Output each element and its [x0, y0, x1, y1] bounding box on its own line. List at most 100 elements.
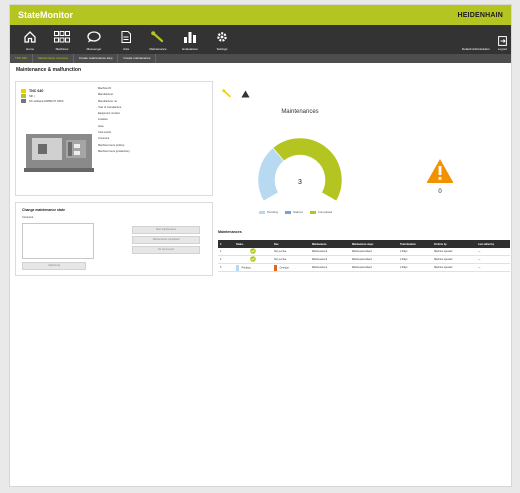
col-number[interactable]: #	[218, 240, 234, 248]
nav-home[interactable]: Home	[14, 31, 46, 54]
cell-number: 2	[218, 255, 234, 264]
cell-maintenance: Maintenance3	[310, 255, 350, 264]
tab-machine[interactable]: TNC 640	[10, 54, 34, 63]
wrench-icon	[142, 31, 174, 45]
status-swatch-1	[21, 89, 26, 93]
cell-duration: 2 Days	[398, 248, 432, 256]
warning-count: 0	[438, 189, 442, 195]
col-total-duration[interactable]: Total duration	[398, 240, 432, 248]
page-title: Maintenance & malfunction	[16, 67, 82, 73]
nav-machines[interactable]: Machines	[46, 31, 78, 54]
legend-swatch-completed	[309, 210, 316, 214]
warning-icon	[241, 85, 250, 103]
bar-chart-icon	[174, 31, 206, 45]
due-text: Overdue	[279, 266, 289, 270]
sub-tabs: TNC 640 Maintenance overview Create main…	[10, 54, 511, 63]
change-state-title: Change maintenance state	[22, 208, 65, 212]
warning-indicator: 0	[423, 158, 457, 198]
user-name: Default Administrator	[461, 47, 490, 51]
legend-swatch-started	[285, 210, 292, 214]
table-row[interactable]: 1 Not yet due Maintenance2 MaintenanceSt…	[218, 248, 510, 256]
maintenances-table: # Status Due Maintenance Maintenance ste…	[218, 240, 510, 272]
maintenances-table-title: Maintenances	[218, 230, 242, 234]
comment-textarea[interactable]	[22, 223, 94, 259]
cell-perform-by: Machine operator	[432, 255, 476, 264]
col-maintenance[interactable]: Maintenance	[310, 240, 350, 248]
check-circle-icon	[250, 248, 256, 255]
legend-item-pending[interactable]: Pending	[259, 210, 278, 214]
cell-maintenance: Maintenance2	[310, 248, 350, 256]
legend-label-completed: Completed	[317, 210, 333, 214]
nav-evaluations[interactable]: Evaluations	[174, 31, 206, 54]
field-hours-productive: Machine hours (productive)	[98, 149, 130, 153]
start-maintenance-button[interactable]: Start maintenance	[132, 226, 200, 234]
legend-swatch-pending	[259, 210, 265, 214]
wrench-icon	[222, 85, 232, 103]
legend-item-completed[interactable]: Completed	[309, 210, 333, 214]
tab-maintenance-overview[interactable]: Maintenance overview	[33, 54, 74, 63]
cell-number: 3	[218, 263, 234, 272]
col-perform-by[interactable]: Perform by	[432, 240, 476, 248]
change-state-panel: Change maintenance state Comment Start m…	[15, 202, 213, 276]
cell-steps: MaintenanceStep1	[350, 248, 398, 256]
table-header-row: # Status Due Maintenance Maintenance ste…	[218, 240, 510, 248]
machine-info-panel: TNC 640 SIK | NC software:340590 07 SP2C	[15, 81, 213, 196]
cell-duration: 2 Days	[398, 263, 432, 272]
nav-maintenance-label: Maintenance	[149, 47, 167, 51]
cell-last-edited: —	[476, 255, 510, 264]
overdue-indicator	[274, 264, 277, 271]
col-due[interactable]: Due	[272, 240, 310, 248]
donut-svg	[257, 137, 343, 202]
nav-settings[interactable]: Settings	[206, 31, 238, 54]
legend-item-started[interactable]: Started	[285, 210, 303, 214]
maintenance-completed-button[interactable]: Maintenance completed	[132, 236, 200, 244]
cell-steps: MaintenanceStep1	[350, 263, 398, 272]
grid-icon	[46, 31, 78, 45]
col-last-edited[interactable]: Last edited by	[476, 240, 510, 248]
table-row[interactable]: 3 Pending Overdue Maintenance1 Maintenan…	[218, 263, 510, 272]
col-status[interactable]: Status	[234, 240, 272, 248]
cell-perform-by: Machine operator	[432, 248, 476, 256]
nav-maintenance[interactable]: Maintenance	[142, 31, 174, 54]
col-maintenance-steps[interactable]: Maintenance steps	[350, 240, 398, 248]
home-icon	[14, 31, 46, 45]
cell-due: Not yet due	[272, 248, 310, 256]
machine-status: SIK |	[29, 94, 35, 98]
logout-icon	[498, 36, 507, 47]
cell-steps: MaintenanceStep1	[350, 255, 398, 264]
nav-jobs-label: Jobs	[122, 47, 130, 51]
brand-logo: HEIDENHAIN	[457, 11, 503, 19]
legend-label-pending: Pending	[267, 210, 279, 214]
machine-name: TNC 640	[29, 89, 44, 93]
gear-icon	[206, 31, 238, 45]
legend-label-started: Started	[293, 210, 303, 214]
chart-legend: Pending Started Completed	[259, 210, 332, 214]
app-title: StateMonitor	[18, 10, 73, 20]
table-row[interactable]: 2 Not yet due Maintenance3 MaintenanceSt…	[218, 255, 510, 264]
cell-last-edited: —	[476, 263, 510, 272]
nav-settings-label: Settings	[216, 47, 228, 51]
pending-indicator	[236, 264, 239, 271]
app-window: StateMonitor HEIDENHAIN Home Machines Me…	[9, 4, 512, 487]
cell-status	[234, 255, 272, 264]
nav-jobs[interactable]: Jobs	[110, 31, 142, 54]
cell-status: Pending	[234, 263, 272, 272]
cell-last-edited: —	[476, 248, 510, 256]
logout-button[interactable]: Logout	[498, 36, 507, 51]
nav-messenger[interactable]: Messenger	[78, 31, 110, 54]
machine-fields: Machine ID Manufacturer Manufacturer no.…	[98, 86, 129, 155]
cell-number: 1	[218, 248, 234, 256]
status-swatch-3	[21, 99, 26, 103]
nav-home-label: Home	[25, 47, 34, 51]
tab-create-maintenance-step[interactable]: Create maintenance step	[74, 54, 119, 63]
upload-log-button[interactable]: Upload log	[22, 262, 86, 270]
nav-user-area: Default Administrator Logout	[462, 36, 507, 51]
cell-perform-by: Machine operator	[432, 263, 476, 272]
maintenances-table-wrap: # Status Due Maintenance Maintenance ste…	[218, 240, 510, 272]
cell-status	[234, 248, 272, 256]
cell-due: Not yet due	[272, 255, 310, 264]
cell-due: Overdue	[272, 263, 310, 272]
donut-segment-completed[interactable]	[272, 137, 343, 202]
no-documents-button[interactable]: No documents	[132, 246, 200, 254]
tab-create-maintenance[interactable]: Create maintenance	[118, 54, 157, 63]
